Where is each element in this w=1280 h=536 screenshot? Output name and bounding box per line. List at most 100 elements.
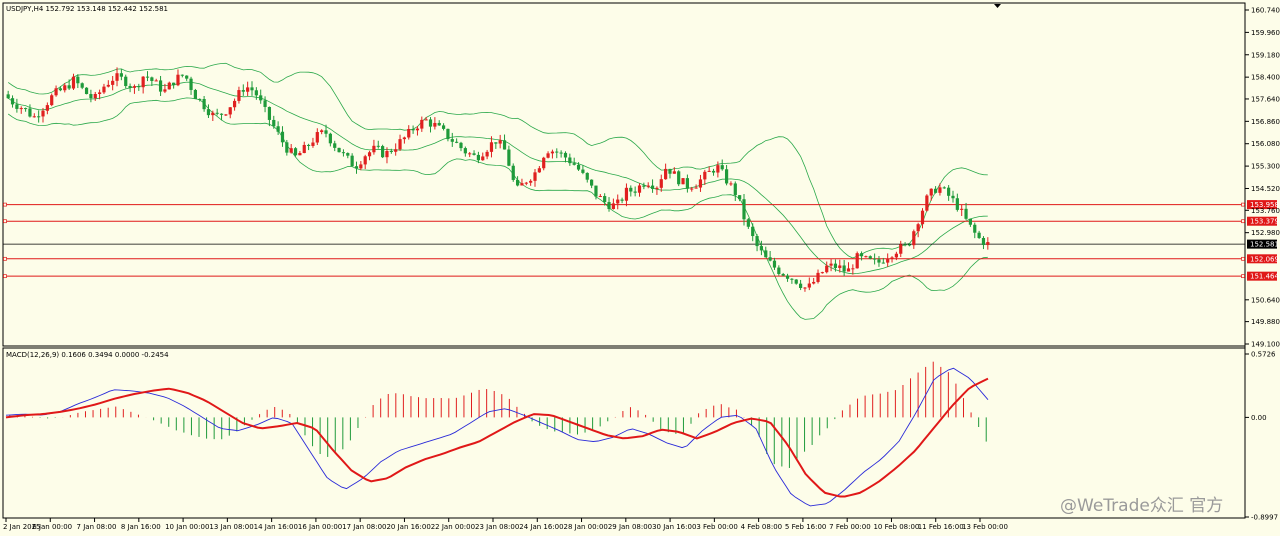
candle-body xyxy=(816,272,820,282)
candle-body xyxy=(494,142,498,144)
candle-body xyxy=(198,98,202,100)
level-anchor[interactable] xyxy=(1241,202,1245,207)
candle-body xyxy=(755,236,759,247)
price-axis: 160.740 159.960 159.180 158.400 157.640 156.8… xyxy=(1245,7,1280,349)
level-label: 152.069 xyxy=(1250,255,1279,263)
candle-body xyxy=(751,226,755,237)
time-tick-label: 5 Feb 16:00 xyxy=(785,523,826,531)
candle-body xyxy=(955,198,959,210)
candle-body xyxy=(394,149,398,152)
price-tick-label: 149.880 xyxy=(1251,318,1280,326)
level-label: 151.464 xyxy=(1250,273,1279,281)
level-anchor[interactable] xyxy=(3,274,7,279)
candle-body xyxy=(481,156,485,161)
macd-tick-label: 0.00 xyxy=(1251,414,1267,422)
candle-body xyxy=(106,84,110,87)
level-label: 153.379 xyxy=(1250,218,1279,226)
time-tick-label: 10 Feb 08:00 xyxy=(873,523,919,531)
time-tick-label: 11 Feb 16:00 xyxy=(918,523,964,531)
time-tick-label: 13 Feb 00:00 xyxy=(962,523,1008,531)
price-tick-label: 154.520 xyxy=(1251,185,1280,193)
candle-body xyxy=(154,80,158,82)
candle-body xyxy=(84,87,89,95)
candle-body xyxy=(111,80,115,85)
time-tick-label: 24 Jan 16:00 xyxy=(519,523,563,531)
candle-body xyxy=(420,119,424,129)
macd-header: MACD(12,26,9) 0.1606 0.3494 0.0000 -0.24… xyxy=(6,351,169,359)
candle-body xyxy=(359,164,363,169)
chart-window: 152.581 153.958 153.379 152.069 151.464 160.… xyxy=(0,0,1280,536)
candle-body xyxy=(6,94,10,99)
macd-panel[interactable] xyxy=(2,347,1246,519)
price-tick-label: 155.300 xyxy=(1251,163,1280,171)
candle-body xyxy=(176,74,180,86)
candle-body xyxy=(237,90,241,101)
candle-body xyxy=(10,98,15,105)
level-anchor[interactable] xyxy=(1241,219,1245,224)
candle-body xyxy=(790,278,794,280)
candle-body xyxy=(363,156,367,165)
candle-body xyxy=(407,129,411,138)
candle-body xyxy=(276,126,280,132)
candle-body xyxy=(211,112,215,116)
candle-body xyxy=(424,119,428,121)
candle-body xyxy=(389,150,393,152)
level-anchor[interactable] xyxy=(3,219,7,224)
candle-body xyxy=(968,218,973,225)
time-tick-label: 3 Feb 00:00 xyxy=(696,523,737,531)
candle-body xyxy=(315,132,319,143)
candle-body xyxy=(899,244,903,254)
candle-body xyxy=(298,153,302,156)
candle-body xyxy=(620,199,624,201)
candle-body xyxy=(76,76,80,84)
candle-body xyxy=(668,168,672,174)
candle-body xyxy=(550,151,555,154)
candle-body xyxy=(476,154,481,161)
candle-body xyxy=(228,107,232,115)
candle-body xyxy=(185,75,189,79)
symbol-header: USDJPY,H4 152.792 153.148 152.442 152.58… xyxy=(6,5,168,13)
level-anchor[interactable] xyxy=(3,202,7,207)
candle-body xyxy=(128,86,132,88)
macd-tick-label: -0.8997 xyxy=(1251,514,1278,522)
candle-body xyxy=(772,260,777,268)
candle-body xyxy=(267,106,272,120)
candle-body xyxy=(498,140,502,144)
candle-body xyxy=(167,82,171,90)
candle-body xyxy=(502,140,507,150)
candle-body xyxy=(785,275,790,279)
time-tick-label: 8 Jan 16:00 xyxy=(121,523,161,531)
candle-body xyxy=(938,187,942,193)
candle-body xyxy=(694,187,698,189)
time-tick-label: 7 Jan 08:00 xyxy=(77,523,117,531)
level-anchor[interactable] xyxy=(1241,256,1245,261)
level-anchor[interactable] xyxy=(1241,274,1245,279)
candle-body xyxy=(742,199,746,220)
candle-body xyxy=(311,142,315,146)
candle-body xyxy=(437,122,441,126)
candle-body xyxy=(947,187,951,196)
candle-body xyxy=(119,73,123,77)
level-anchor[interactable] xyxy=(3,256,7,261)
candle-body xyxy=(846,268,851,272)
price-tick-label: 156.080 xyxy=(1251,140,1280,148)
time-tick-label: 4 Feb 08:00 xyxy=(741,523,782,531)
trading-chart[interactable]: 152.581153.958153.379152.069151.464 160.… xyxy=(0,0,1280,536)
time-tick-label: 10 Jan 00:00 xyxy=(165,523,209,531)
candle-body xyxy=(777,267,781,274)
candle-body xyxy=(402,137,406,140)
candle-body xyxy=(703,171,707,180)
candle-body xyxy=(890,257,894,259)
candle-body xyxy=(925,195,929,211)
candle-body xyxy=(590,179,594,186)
candle-body xyxy=(986,242,990,246)
candle-body xyxy=(881,262,885,264)
candle-body xyxy=(820,272,824,274)
time-tick-label: 14 Jan 16:00 xyxy=(254,523,298,531)
time-tick-label: 13 Jan 08:00 xyxy=(209,523,253,531)
candle-body xyxy=(137,86,141,88)
candle-body xyxy=(672,171,676,174)
price-panel[interactable] xyxy=(2,2,1246,347)
candle-body xyxy=(572,163,576,165)
candle-body xyxy=(838,265,842,268)
